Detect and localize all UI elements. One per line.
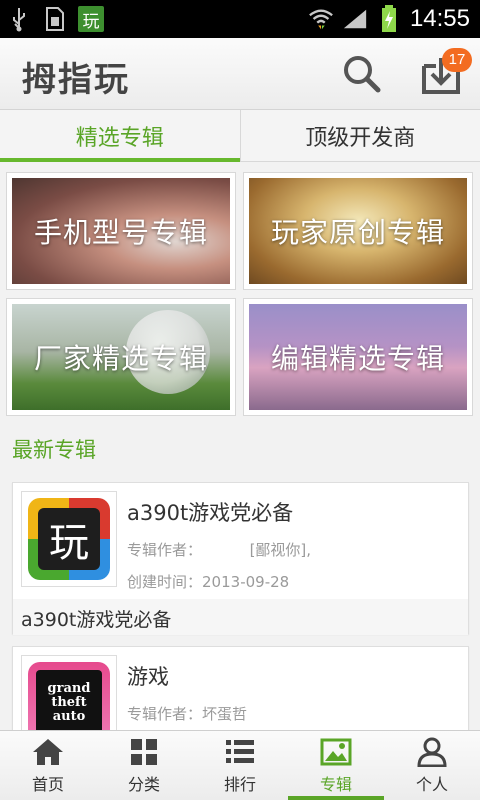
author-name: [鄙视你], bbox=[249, 541, 312, 559]
app-title: 拇指玩 bbox=[22, 60, 130, 100]
author-label: 专辑作者： bbox=[127, 541, 203, 559]
banner-vendor-picks-albums[interactable]: 厂家精选专辑 bbox=[6, 298, 236, 416]
album-author-row: 专辑作者：坏蛋哲 bbox=[127, 703, 247, 724]
person-icon bbox=[417, 737, 447, 767]
banner-label: 厂家精选专辑 bbox=[33, 342, 208, 375]
banner-phone-model-albums[interactable]: 手机型号专辑 bbox=[6, 172, 236, 290]
latest-albums-heading: 最新专辑 bbox=[12, 438, 96, 462]
game-cover-image: grand theft auto bbox=[36, 670, 102, 735]
album-title: 游戏 bbox=[127, 665, 169, 689]
album-author-row: 专辑作者： [鄙视你], bbox=[127, 539, 311, 560]
banner-editor-picks-albums[interactable]: 编辑精选专辑 bbox=[243, 298, 473, 416]
tab-bar: 精选专辑 顶级开发商 bbox=[0, 110, 480, 162]
nav-label: 首页 bbox=[31, 774, 64, 794]
album-title: a390t游戏党必备 bbox=[127, 501, 294, 525]
battery-charging-icon bbox=[376, 5, 402, 32]
app-logo-icon: 玩 bbox=[38, 508, 100, 570]
sim-card-icon bbox=[42, 6, 68, 32]
album-description: a390t游戏党必备 bbox=[13, 599, 468, 635]
bottom-navigation: 首页 分类 排行 专辑 个人 bbox=[0, 730, 480, 800]
signal-icon bbox=[342, 6, 368, 32]
author-name: 坏蛋哲 bbox=[202, 705, 248, 723]
search-button[interactable] bbox=[340, 52, 384, 96]
album-thumbnail: 玩 bbox=[21, 491, 117, 587]
nav-rankings[interactable]: 排行 bbox=[192, 731, 288, 800]
nav-label: 专辑 bbox=[319, 774, 352, 794]
album-thumbnail: grand theft auto bbox=[21, 655, 117, 735]
usb-icon bbox=[6, 6, 32, 32]
nav-label: 分类 bbox=[127, 774, 160, 794]
nav-label: 排行 bbox=[223, 774, 256, 794]
tab-top-developers[interactable]: 顶级开发商 bbox=[239, 110, 480, 161]
grid-icon bbox=[131, 738, 157, 765]
album-card[interactable]: 玩 a390t游戏党必备 专辑作者： [鄙视你], 创建时间：2013-09-2… bbox=[12, 482, 469, 635]
status-bar: 玩 14:55 bbox=[0, 0, 480, 38]
album-created-row: 创建时间：2013-09-28 bbox=[127, 571, 289, 592]
nav-home[interactable]: 首页 bbox=[0, 731, 96, 800]
search-icon bbox=[344, 56, 381, 93]
created-date: 2013-09-28 bbox=[202, 573, 290, 591]
banner-label: 编辑精选专辑 bbox=[270, 342, 445, 375]
nav-label: 个人 bbox=[415, 774, 448, 794]
home-icon bbox=[33, 738, 63, 765]
banner-label: 手机型号专辑 bbox=[33, 216, 208, 249]
banner-label: 玩家原创专辑 bbox=[270, 216, 445, 249]
download-count-badge: 17 bbox=[442, 48, 472, 72]
album-image-icon bbox=[320, 738, 352, 765]
app-notification-icon: 玩 bbox=[78, 6, 104, 32]
created-label: 创建时间： bbox=[127, 573, 203, 591]
nav-profile[interactable]: 个人 bbox=[384, 731, 480, 800]
clock: 14:55 bbox=[409, 5, 470, 32]
nav-categories[interactable]: 分类 bbox=[96, 731, 192, 800]
tab-featured-albums[interactable]: 精选专辑 bbox=[0, 110, 240, 162]
banner-player-original-albums[interactable]: 玩家原创专辑 bbox=[243, 172, 473, 290]
nav-albums[interactable]: 专辑 bbox=[288, 731, 384, 800]
album-card[interactable]: grand theft auto 游戏 专辑作者：坏蛋哲 bbox=[12, 646, 469, 736]
author-label: 专辑作者： bbox=[127, 705, 203, 723]
wifi-icon bbox=[308, 6, 334, 32]
app-header: 拇指玩 bbox=[0, 38, 480, 110]
list-icon bbox=[226, 739, 254, 763]
